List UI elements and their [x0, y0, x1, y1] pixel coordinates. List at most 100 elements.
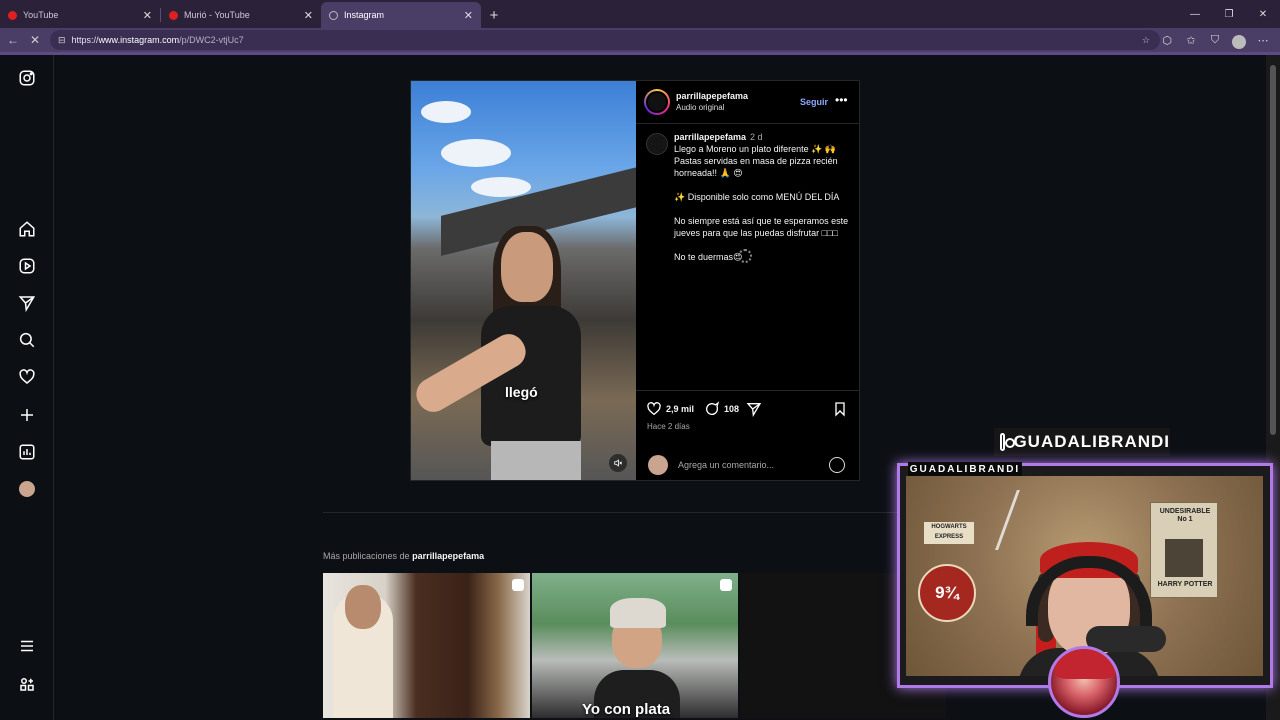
- url-host: www.instagram.com: [98, 35, 180, 45]
- caption-line: [674, 203, 852, 215]
- reload-icon[interactable]: ✕: [24, 29, 46, 51]
- caption-line: [674, 239, 852, 251]
- more-options-icon[interactable]: •••: [835, 93, 848, 107]
- bookmark-star-icon[interactable]: ☆: [1142, 35, 1150, 46]
- create-icon[interactable]: [16, 404, 38, 426]
- reel-icon: [512, 579, 524, 591]
- menu-dots-icon[interactable]: ⋯: [1254, 30, 1272, 50]
- search-icon[interactable]: [16, 329, 38, 351]
- post-thumbnail[interactable]: Yo con plata: [532, 573, 738, 718]
- post-thumbnail[interactable]: [323, 573, 530, 718]
- new-tab-button[interactable]: +: [481, 2, 507, 28]
- dashboard-icon[interactable]: [16, 441, 38, 463]
- post-sidebar: parrillapepefama Audio original Seguir •…: [636, 81, 859, 480]
- post-actions: 2,9 mil 108 Hace 2 días: [636, 390, 859, 450]
- window-controls: — ❐ ✕: [1178, 0, 1280, 28]
- jeans-shape: [491, 441, 581, 480]
- more-apps-icon[interactable]: [16, 673, 38, 695]
- tab-label: YouTube: [23, 10, 59, 20]
- home-icon[interactable]: [16, 218, 38, 240]
- comment-icon: [706, 401, 720, 415]
- poster-name: HARRY POTTER: [1157, 581, 1213, 588]
- poster-photo: [1165, 539, 1203, 577]
- browser-tab-bar: YouTube ✕ Murió - YouTube ✕ Instagram ✕ …: [0, 0, 1280, 28]
- tab-label: Instagram: [344, 10, 385, 20]
- streamer-handle-badge: GUADALIBRANDI: [994, 428, 1170, 456]
- restore-icon[interactable]: ❐: [1212, 0, 1246, 28]
- thumbnail-caption: Yo con plata: [582, 701, 671, 718]
- favorites-icon[interactable]: ✩: [1182, 30, 1200, 50]
- reel-icon: [720, 579, 732, 591]
- user-avatar: [648, 455, 668, 475]
- person-figure: [594, 598, 680, 718]
- tab-youtube[interactable]: YouTube ✕: [0, 2, 160, 28]
- share-button[interactable]: [746, 401, 766, 417]
- close-window-icon[interactable]: ✕: [1246, 0, 1280, 28]
- site-info-icon[interactable]: ⊟: [58, 35, 66, 46]
- caption-line: No siempre está así que te esperamos est…: [674, 216, 849, 238]
- like-button[interactable]: 2,9 mil: [646, 401, 694, 417]
- mute-button[interactable]: [609, 454, 627, 472]
- follow-button[interactable]: Seguir: [800, 97, 828, 107]
- heart-icon: [647, 402, 661, 416]
- instagram-icon[interactable]: [16, 67, 38, 89]
- menu-icon[interactable]: [16, 635, 38, 657]
- poster-title: UNDESIRABLE No 1: [1159, 508, 1211, 523]
- comment-input[interactable]: Agrega un comentario...: [678, 460, 774, 470]
- close-tab-icon[interactable]: ✕: [464, 9, 473, 22]
- extensions-icon[interactable]: ⬡: [1158, 30, 1176, 50]
- tab-instagram[interactable]: Instagram ✕: [321, 2, 481, 28]
- shield-icon[interactable]: ⛉: [1206, 30, 1224, 50]
- profile-avatar[interactable]: [16, 478, 38, 500]
- youtube-favicon-icon: [8, 10, 17, 20]
- hair-shape: [610, 598, 666, 628]
- comments-count: 108: [724, 404, 740, 414]
- vtuber-avatar: [1048, 646, 1120, 718]
- webcam-name-tag: GUADALIBRANDI: [908, 462, 1022, 476]
- scrollbar-thumb[interactable]: [1270, 65, 1276, 435]
- loading-spinner-icon: [738, 249, 752, 263]
- caption-line: No te duermas😍: [674, 252, 743, 262]
- notifications-icon[interactable]: [16, 366, 38, 388]
- head-shape: [501, 232, 553, 302]
- add-comment-bar: Agrega un comentario...: [636, 450, 859, 480]
- audio-label[interactable]: Audio original: [676, 103, 724, 112]
- post-video[interactable]: llegó: [411, 81, 636, 480]
- messages-icon[interactable]: [16, 292, 38, 314]
- post-date: Hace 2 días: [647, 422, 690, 431]
- cloud-shape: [441, 139, 511, 167]
- post-header: parrillapepefama Audio original Seguir •…: [636, 81, 859, 124]
- platform-sign: 9¾: [918, 564, 976, 622]
- comment-button[interactable]: 108: [704, 401, 739, 417]
- reels-icon[interactable]: [16, 255, 38, 277]
- tab-murio-youtube[interactable]: Murió - YouTube ✕: [161, 2, 321, 28]
- close-tab-icon[interactable]: ✕: [143, 9, 152, 22]
- more-posts-heading: Más publicaciones de parrillapepefama: [323, 551, 484, 561]
- address-bar[interactable]: ⊟ https://www.instagram.com/p/DWC2-vtjUc…: [50, 30, 1160, 50]
- caption-line: Pastas servidas en masa de pizza recién …: [674, 156, 838, 178]
- minimize-icon[interactable]: —: [1178, 0, 1212, 28]
- bookmark-icon: [835, 402, 845, 417]
- caption-username[interactable]: parrillapepefama: [674, 132, 746, 142]
- instagram-icon: [1000, 433, 1017, 451]
- back-icon[interactable]: ←: [2, 29, 24, 51]
- story-ring[interactable]: [644, 89, 670, 115]
- url-path: /p/DWC2-vtjUc7: [179, 35, 244, 45]
- profile-avatar[interactable]: [1230, 30, 1248, 50]
- person-figure: [411, 226, 581, 480]
- youtube-favicon-icon: [169, 10, 178, 20]
- post-container: llegó parrillapepefama Audio original Se…: [410, 80, 860, 481]
- more-posts-user[interactable]: parrillapepefama: [412, 551, 484, 561]
- emoji-icon[interactable]: [829, 457, 845, 473]
- tab-label: Murió - YouTube: [184, 10, 250, 20]
- post-username[interactable]: parrillapepefama: [676, 91, 748, 101]
- save-button[interactable]: [832, 401, 852, 417]
- streamer-handle: GUADALIBRANDI: [1013, 432, 1170, 451]
- video-caption: llegó: [505, 384, 538, 400]
- hair-shape: [1055, 649, 1115, 679]
- caption-avatar[interactable]: [646, 133, 668, 155]
- instagram-sidebar: [0, 55, 54, 720]
- caption-line: Llego a Moreno un plato diferente ✨ 🙌: [674, 144, 837, 154]
- likes-count[interactable]: 2,9 mil: [666, 404, 694, 414]
- close-tab-icon[interactable]: ✕: [304, 9, 313, 22]
